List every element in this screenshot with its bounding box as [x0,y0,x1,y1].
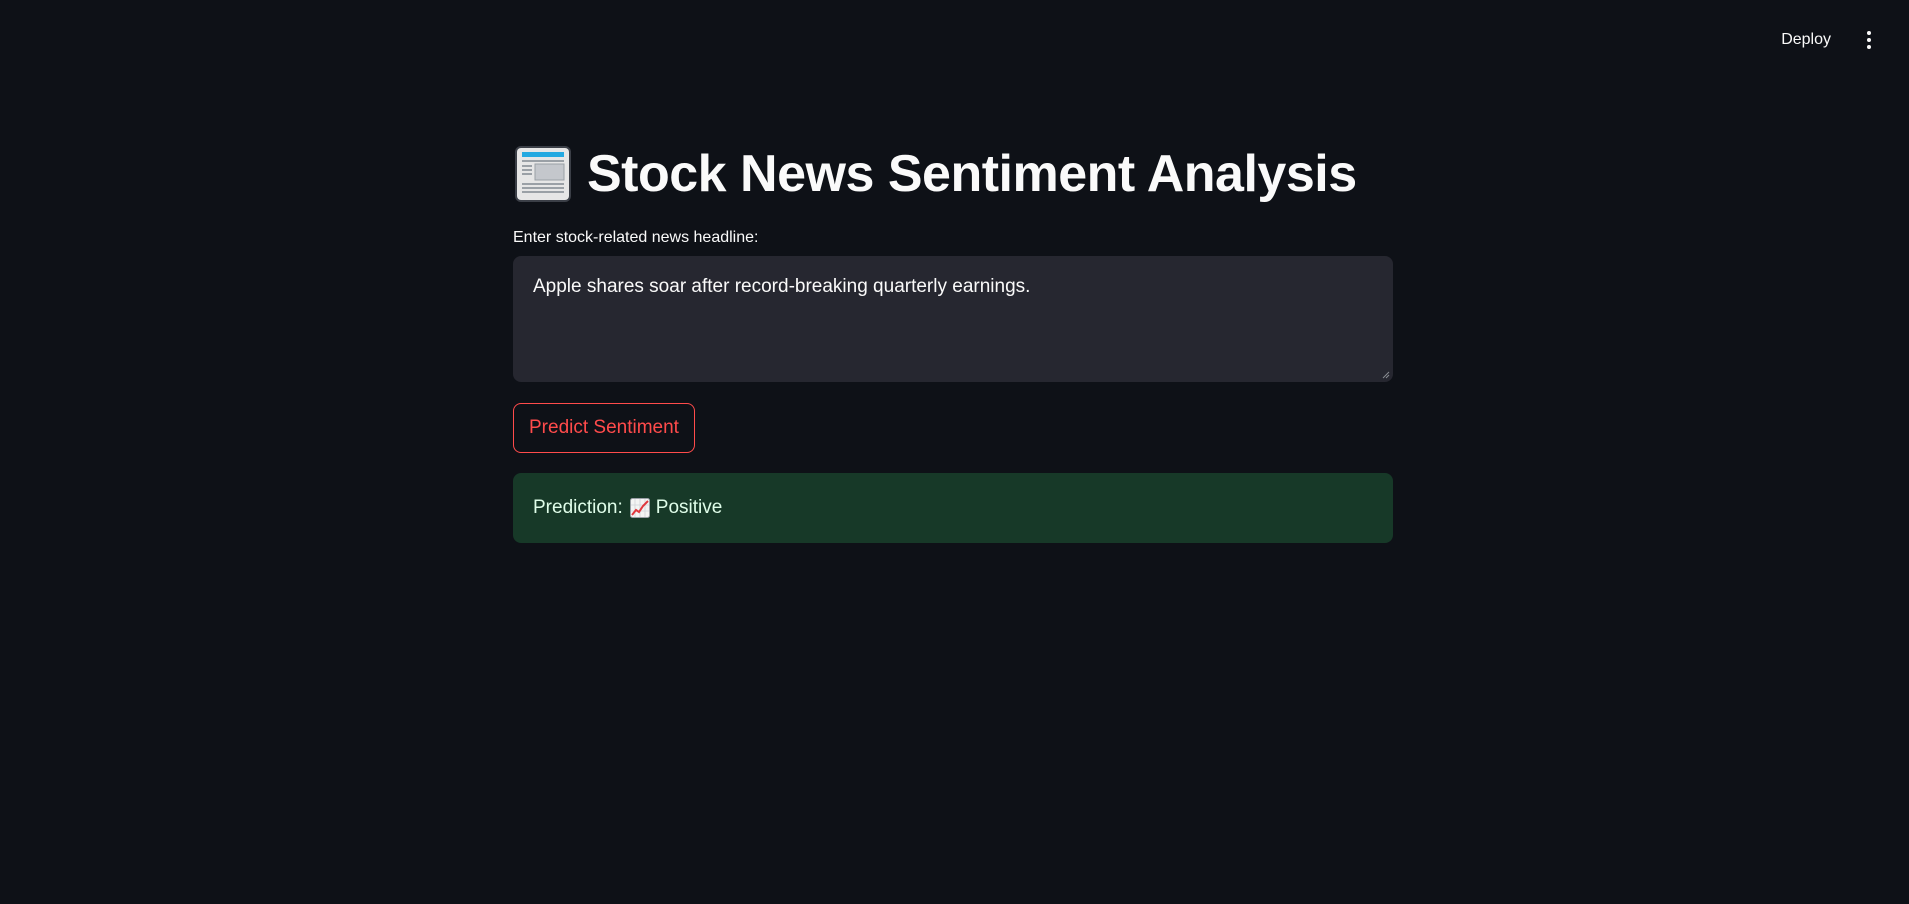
top-toolbar: Deploy [1771,0,1909,80]
prediction-value: Positive [655,497,723,518]
main-content: Stock News Sentiment Analysis Enter stoc… [513,140,1393,543]
page-title-text: Stock News Sentiment Analysis [587,145,1357,203]
headline-input-label: Enter stock-related news headline: [513,229,759,246]
predict-sentiment-button[interactable]: Predict Sentiment [513,403,695,453]
app-page: Deploy Stock News Sentiment Analysis Ent… [0,0,1909,904]
newspaper-icon [513,143,573,205]
prediction-result-alert: Prediction: Positive [513,473,1393,543]
resize-handle-icon[interactable] [1382,371,1390,379]
chart-increasing-icon [629,498,650,518]
deploy-button[interactable]: Deploy [1771,25,1841,55]
headline-textarea[interactable]: Apple shares soar after record-breaking … [513,256,1393,382]
headline-textarea-value: Apple shares soar after record-breaking … [533,276,1031,297]
page-title: Stock News Sentiment Analysis [513,140,1393,208]
kebab-menu-icon[interactable] [1857,24,1881,56]
prediction-label: Prediction: [533,497,623,518]
